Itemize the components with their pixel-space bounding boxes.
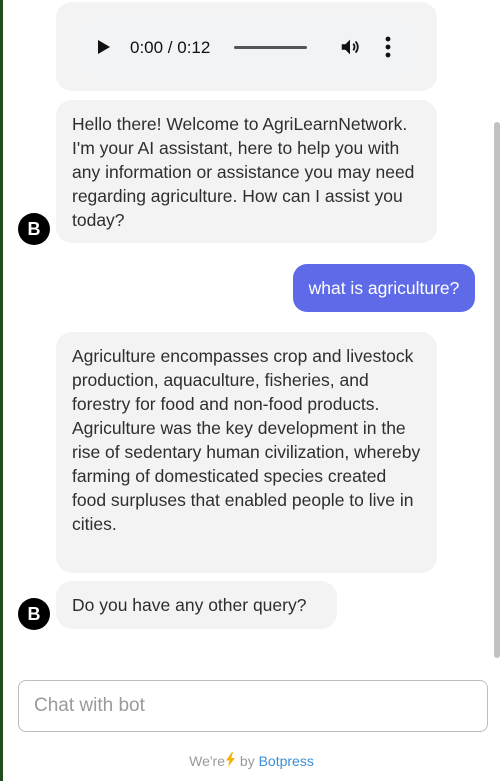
bot-message: Agriculture encompasses crop and livesto… xyxy=(56,332,437,573)
volume-icon[interactable] xyxy=(339,36,361,58)
bot-avatar: B xyxy=(18,213,50,245)
footer-suffix: by xyxy=(239,753,255,769)
footer-prefix: We're xyxy=(189,753,226,769)
audio-time: 0:00 / 0:12 xyxy=(130,38,211,57)
bot-message: Do you have any other query? xyxy=(56,581,337,629)
botpress-link[interactable]: Botpress xyxy=(259,753,314,769)
audio-player[interactable]: 0:00 / 0:12 xyxy=(72,16,421,78)
audio-progress[interactable] xyxy=(234,46,307,49)
chat-input[interactable] xyxy=(19,681,487,731)
bot-message: Hello there! Welcome to AgriLearnNetwork… xyxy=(56,100,437,243)
user-message: what is agriculture? xyxy=(293,264,475,312)
scrollbar-thumb[interactable] xyxy=(494,122,500,658)
play-icon[interactable] xyxy=(98,40,110,54)
powered-by-footer: We're by Botpress xyxy=(0,752,503,769)
more-vertical-icon[interactable] xyxy=(385,36,391,58)
message-list: 0:00 / 0:12 Hello there! Welcome to Agri… xyxy=(0,0,503,670)
audio-message: 0:00 / 0:12 xyxy=(56,2,437,91)
bot-avatar: B xyxy=(18,598,50,630)
lightning-icon xyxy=(226,752,236,767)
composer xyxy=(18,680,488,732)
